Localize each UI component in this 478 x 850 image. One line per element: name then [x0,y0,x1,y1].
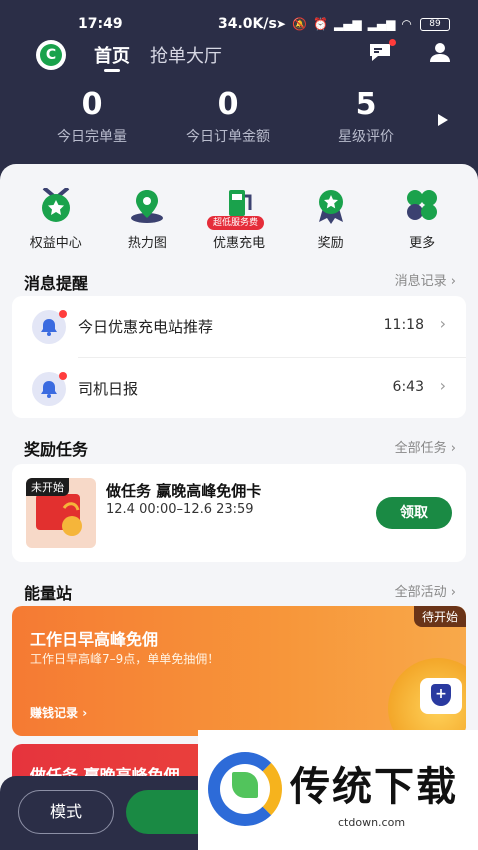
stat-star-rating[interactable]: 5 星级评价 [306,88,426,146]
alarm-icon: ⏰ [313,17,328,31]
banner-title: 工作日早高峰免佣 [30,630,159,649]
task-card[interactable]: 未开始 做任务 赢晚高峰免佣卡 12.4 00:00–12.6 23:59 领取 [12,464,466,562]
tab-order-hall[interactable]: 抢单大厅 [150,42,222,68]
promo-badge: 超低服务费 [206,216,264,230]
quick-label: 热力图 [127,236,167,251]
location-icon: ➤ [276,17,287,31]
all-activities-link[interactable]: 全部活动 › [395,581,456,600]
all-tasks-label: 全部任务 [394,441,447,456]
benefits-icon [36,186,76,224]
watermark-text: 传统下载 [290,764,458,810]
quick-more[interactable]: 更多 [382,188,462,256]
reward-icon [311,188,351,224]
unread-dot [389,39,396,46]
message-time: 6:43 [392,379,424,395]
header: 17:49 34.0K/s ➤ 🔕 ⏰ ▂▄▆ ▂▄▆ ◠ 89 C 首页 抢单… [0,0,478,180]
tab-home[interactable]: 首页 [94,42,130,72]
stat-value: 0 [217,87,239,122]
quick-label: 奖励 [317,236,344,251]
quick-label: 权益中心 [29,236,82,251]
earnings-record-link[interactable]: 赚钱记录 › [30,704,87,721]
banner-subtitle: 工作日早高峰7–9点，单单免抽佣！ [30,652,220,666]
task-status-tag: 未开始 [26,478,69,496]
stat-order-amount[interactable]: 0 今日订单金额 [168,88,288,146]
status-time: 17:49 [78,16,123,32]
stat-completed-orders[interactable]: 0 今日完单量 [32,88,152,146]
more-icon [402,188,442,224]
stat-label: 星级评价 [338,129,394,145]
quick-charging[interactable]: 超低服务费 优惠充电 [199,188,279,256]
message-title: 今日优惠充电站推荐 [78,318,214,336]
quick-label: 优惠充电 [212,236,265,251]
battery-icon: 89 [420,18,450,31]
watermark-logo-icon [208,752,282,826]
wifi-icon: ◠ [401,17,412,31]
all-activities-label: 全部活动 [394,585,447,600]
watermark-url: ctdown.com [338,816,406,829]
message-item[interactable]: 司机日报 6:43 › [12,358,466,418]
quick-label: 更多 [409,236,436,251]
play-arrow-icon[interactable] [438,114,448,126]
mute-icon: 🔕 [292,17,308,31]
chevron-right-icon: › [82,706,88,720]
signal-icon: ▂▄▆ [333,17,362,31]
tasks-section-title: 奖励任务 [24,440,89,459]
watermark: 传统下载 ctdown.com [198,730,478,850]
energy-banner[interactable]: + 待开始 工作日早高峰免佣 工作日早高峰7–9点，单单免抽佣！ 赚钱记录 › [12,606,466,736]
earnings-record-label: 赚钱记录 [30,706,79,720]
chevron-right-icon: › [439,314,446,333]
heatmap-icon [127,188,167,224]
signal-icon-2: ▂▄▆ [367,17,396,31]
task-thumbnail: 未开始 [26,478,96,548]
pending-badge: 待开始 [413,606,466,627]
today-stats: 0 今日完单量 0 今日订单金额 5 星级评价 [0,88,478,148]
status-bar: 17:49 34.0K/s ➤ 🔕 ⏰ ▂▄▆ ▂▄▆ ◠ 89 [0,14,478,36]
unread-dot [59,372,67,380]
shield-icon: + [420,678,462,714]
bell-icon [32,372,67,406]
message-icon[interactable] [368,39,396,62]
messages-section-title: 消息提醒 [24,274,89,293]
energy-section-title: 能量站 [24,584,73,603]
stat-value: 0 [81,87,103,122]
network-speed: 34.0K/s [218,16,277,32]
quick-reward[interactable]: 奖励 [291,188,371,256]
message-history-link[interactable]: 消息记录 › [395,270,456,289]
all-tasks-link[interactable]: 全部任务 › [395,437,456,456]
chevron-right-icon: › [439,376,446,395]
claim-button[interactable]: 领取 [376,497,452,529]
tab-order-hall-label: 抢单大厅 [150,46,222,67]
app-logo-icon: C [36,40,66,70]
active-tab-indicator [104,69,120,72]
messages-card: 今日优惠充电站推荐 11:18 › 司机日报 6:43 › [12,296,466,418]
message-time: 11:18 [383,317,424,333]
quick-benefits[interactable]: 权益中心 [16,186,96,256]
task-title: 做任务 赢晚高峰免佣卡 [106,482,262,500]
stat-label: 今日订单金额 [186,129,270,145]
chevron-right-icon: › [450,274,456,289]
unread-dot [59,310,67,318]
chevron-right-icon: › [450,441,456,456]
task-time-range: 12.4 00:00–12.6 23:59 [106,502,254,517]
mode-button[interactable]: 模式 [18,790,114,834]
stat-value: 5 [355,87,377,122]
message-item[interactable]: 今日优惠充电站推荐 11:18 › [12,296,466,356]
quick-actions: 权益中心 热力图 超低服务费 优惠充电 奖励 更多 [0,164,478,256]
quick-heatmap[interactable]: 热力图 [107,188,187,256]
status-icons: ➤ 🔕 ⏰ ▂▄▆ ▂▄▆ ◠ [276,17,412,31]
message-history-label: 消息记录 [394,274,447,289]
stat-label: 今日完单量 [57,129,127,145]
user-profile-icon[interactable] [428,40,452,64]
chevron-right-icon: › [450,585,456,600]
bell-icon [32,310,67,344]
top-nav: C 首页 抢单大厅 [0,38,478,72]
tab-home-label: 首页 [94,46,130,67]
message-title: 司机日报 [78,380,139,398]
